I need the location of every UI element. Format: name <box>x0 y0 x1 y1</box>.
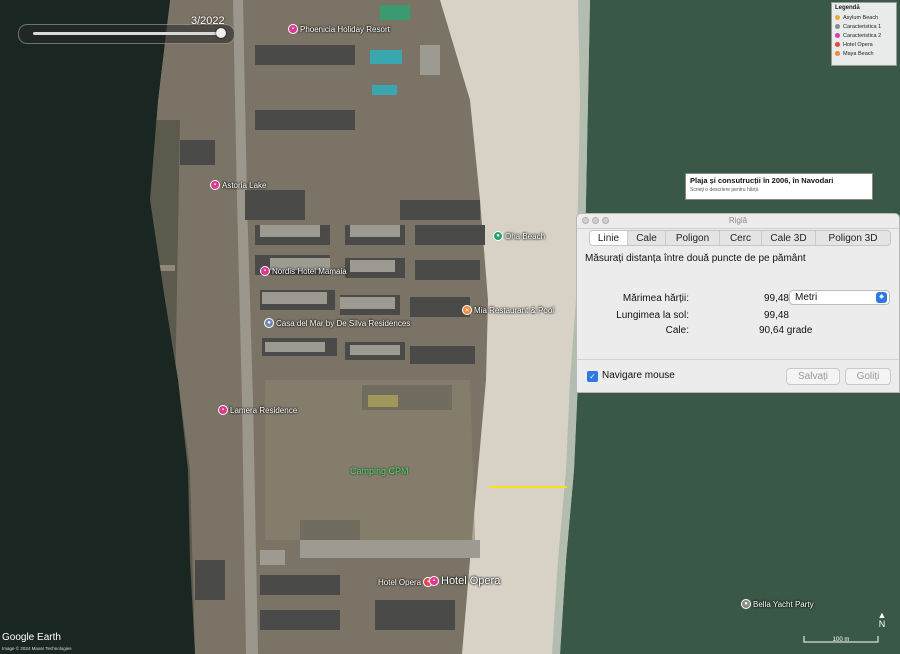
time-slider-date: 3/2022 <box>191 15 225 27</box>
tab-poligon-3d[interactable]: Poligon 3D <box>816 231 890 245</box>
placemark-label: Casa del Mar by De Silva Residences <box>276 318 411 328</box>
legend-item-label: Maya Beach <box>843 50 874 57</box>
legend-swatch-icon <box>835 42 840 47</box>
unit-select-value: Metri <box>795 292 818 303</box>
pool <box>380 5 410 20</box>
divider <box>577 359 899 360</box>
mouse-navigation-label[interactable]: Navigare mouse <box>602 370 675 381</box>
placemark-label: Camping CPM <box>350 466 409 476</box>
placemark-label: Lamera Residence <box>230 405 298 415</box>
legend-swatch-icon <box>835 51 840 56</box>
scale-label-wrap: 100 m <box>803 634 879 644</box>
placemark-label: Hotel Opera <box>441 575 501 587</box>
hotel-pin-icon[interactable]: ▪ <box>260 266 270 276</box>
imagery-credit: Image © 2024 Maxar Technologies <box>2 646 72 651</box>
save-button[interactable]: Salvați <box>786 368 840 385</box>
beach-pin-icon[interactable]: ● <box>493 231 503 241</box>
north-label: N <box>878 619 886 629</box>
google-earth-logo: Google Earth <box>2 632 61 643</box>
camping-area <box>265 380 475 540</box>
restaurant-pin-icon[interactable]: ✕ <box>462 305 472 315</box>
legend-item: Hotel Opera <box>835 40 893 49</box>
legend-item: Maya Beach <box>835 49 893 58</box>
ruler-tabs: Linie Cale Poligon Cerc Cale 3D Poligon … <box>589 230 891 246</box>
placemark-nordis[interactable]: ▪ Nordis Hotel Mamaia <box>260 266 347 276</box>
legend-panel: Legendă Asylum Beach Caracteristica 1 Ca… <box>831 2 897 66</box>
legend-title: Legendă <box>835 5 860 11</box>
time-slider-track[interactable] <box>33 32 218 35</box>
ruler-description: Măsurați distanța între două puncte de p… <box>585 253 806 264</box>
unit-select[interactable]: Metri ◆ <box>789 290 890 305</box>
time-slider[interactable] <box>18 24 235 44</box>
placemark-mia-restaurant[interactable]: ✕ Mia Restaurant & Pool <box>462 305 554 315</box>
ground-length-label: Lungimea la sol: <box>616 310 689 321</box>
legend-swatch-icon <box>835 15 840 20</box>
heading-value: 90,64 grade <box>759 325 813 336</box>
ruler-window-title: Riglă <box>728 216 748 225</box>
placemark-label: Nordis Hotel Mamaia <box>272 266 347 276</box>
placemark-casa-del-mar[interactable]: ● Casa del Mar by De Silva Residences <box>264 318 410 328</box>
ruler-titlebar[interactable]: Riglă <box>577 214 899 229</box>
tab-cerc[interactable]: Cerc <box>720 231 762 245</box>
clear-button[interactable]: Goliți <box>845 368 891 385</box>
legend-item-label: Asylum Beach <box>843 14 879 21</box>
placemark-bella-yacht[interactable]: ● Bella Yacht Party <box>741 599 814 609</box>
legend-item-label: Caracteristica 2 <box>843 32 882 39</box>
north-arrow-icon[interactable]: ▲ N <box>876 611 888 629</box>
legend-item-label: Caracteristica 1 <box>843 23 882 30</box>
legend-item: Caracteristica 1 <box>835 22 893 31</box>
hotel-pin-icon[interactable]: ▪ <box>429 576 439 586</box>
tab-cale-3d[interactable]: Cale 3D <box>762 231 816 245</box>
map-length-value: 99,48 <box>763 293 789 304</box>
legend-item-label: Hotel Opera <box>843 41 873 48</box>
placemark-hotel-opera-pin[interactable]: Hotel Opera ▪ <box>378 577 434 587</box>
pool <box>372 85 397 95</box>
placemark-label: Astoria Lake <box>222 180 267 190</box>
legend-swatch-icon <box>835 33 840 38</box>
place-pin-icon[interactable]: ● <box>264 318 274 328</box>
pool <box>370 50 402 64</box>
placemark-astoria-lake[interactable]: ▪ Astoria Lake <box>210 180 266 190</box>
tab-cale[interactable]: Cale <box>628 231 666 245</box>
hotel-pin-icon[interactable]: ▪ <box>288 24 298 34</box>
map-title-popup[interactable]: Plaja și consutrucții în 2006, în Navoda… <box>685 173 873 200</box>
tab-linie[interactable]: Linie <box>590 231 628 245</box>
popup-title: Plaja și consutrucții în 2006, în Navoda… <box>690 176 834 185</box>
legend-swatch-icon <box>835 24 840 29</box>
placemark-camping-cpm[interactable]: Camping CPM <box>350 466 409 476</box>
hotel-pin-icon[interactable]: ▪ <box>210 180 220 190</box>
placemark-label: Phoenicia Holiday Resort <box>300 24 390 34</box>
time-slider-thumb[interactable] <box>216 28 226 38</box>
heading-label: Cale: <box>665 325 689 336</box>
tab-poligon[interactable]: Poligon <box>666 231 720 245</box>
chevron-updown-icon[interactable]: ◆ <box>876 292 887 303</box>
ruler-dialog: Riglă Linie Cale Poligon Cerc Cale 3D Po… <box>576 213 900 393</box>
placemark-oha-beach[interactable]: ● Oha Beach <box>493 231 545 241</box>
hotel-pin-icon[interactable]: ▪ <box>218 405 228 415</box>
placemark-phoenicia[interactable]: ▪ Phoenicia Holiday Resort <box>288 24 390 34</box>
placemark-hotel-opera[interactable]: ▪ Hotel Opera <box>429 575 500 587</box>
legend-item: Asylum Beach <box>835 13 893 22</box>
placemark-label: Bella Yacht Party <box>753 599 814 609</box>
popup-description: Scrieți o descriere pentru hărții. <box>690 187 760 193</box>
place-pin-icon[interactable]: ● <box>741 599 751 609</box>
placemark-label: Hotel Opera <box>378 577 422 587</box>
scale-label: 100 m <box>832 637 850 643</box>
map-length-label: Mărimea hărții: <box>622 293 689 304</box>
placemark-label: Mia Restaurant & Pool <box>474 305 555 315</box>
placemark-label: Oha Beach <box>505 231 546 241</box>
ground-length-value: 99,48 <box>763 310 789 321</box>
legend-item: Caracteristica 2 <box>835 31 893 40</box>
mouse-navigation-checkbox[interactable]: ✓ <box>587 371 598 382</box>
placemark-lamera[interactable]: ▪ Lamera Residence <box>218 405 297 415</box>
